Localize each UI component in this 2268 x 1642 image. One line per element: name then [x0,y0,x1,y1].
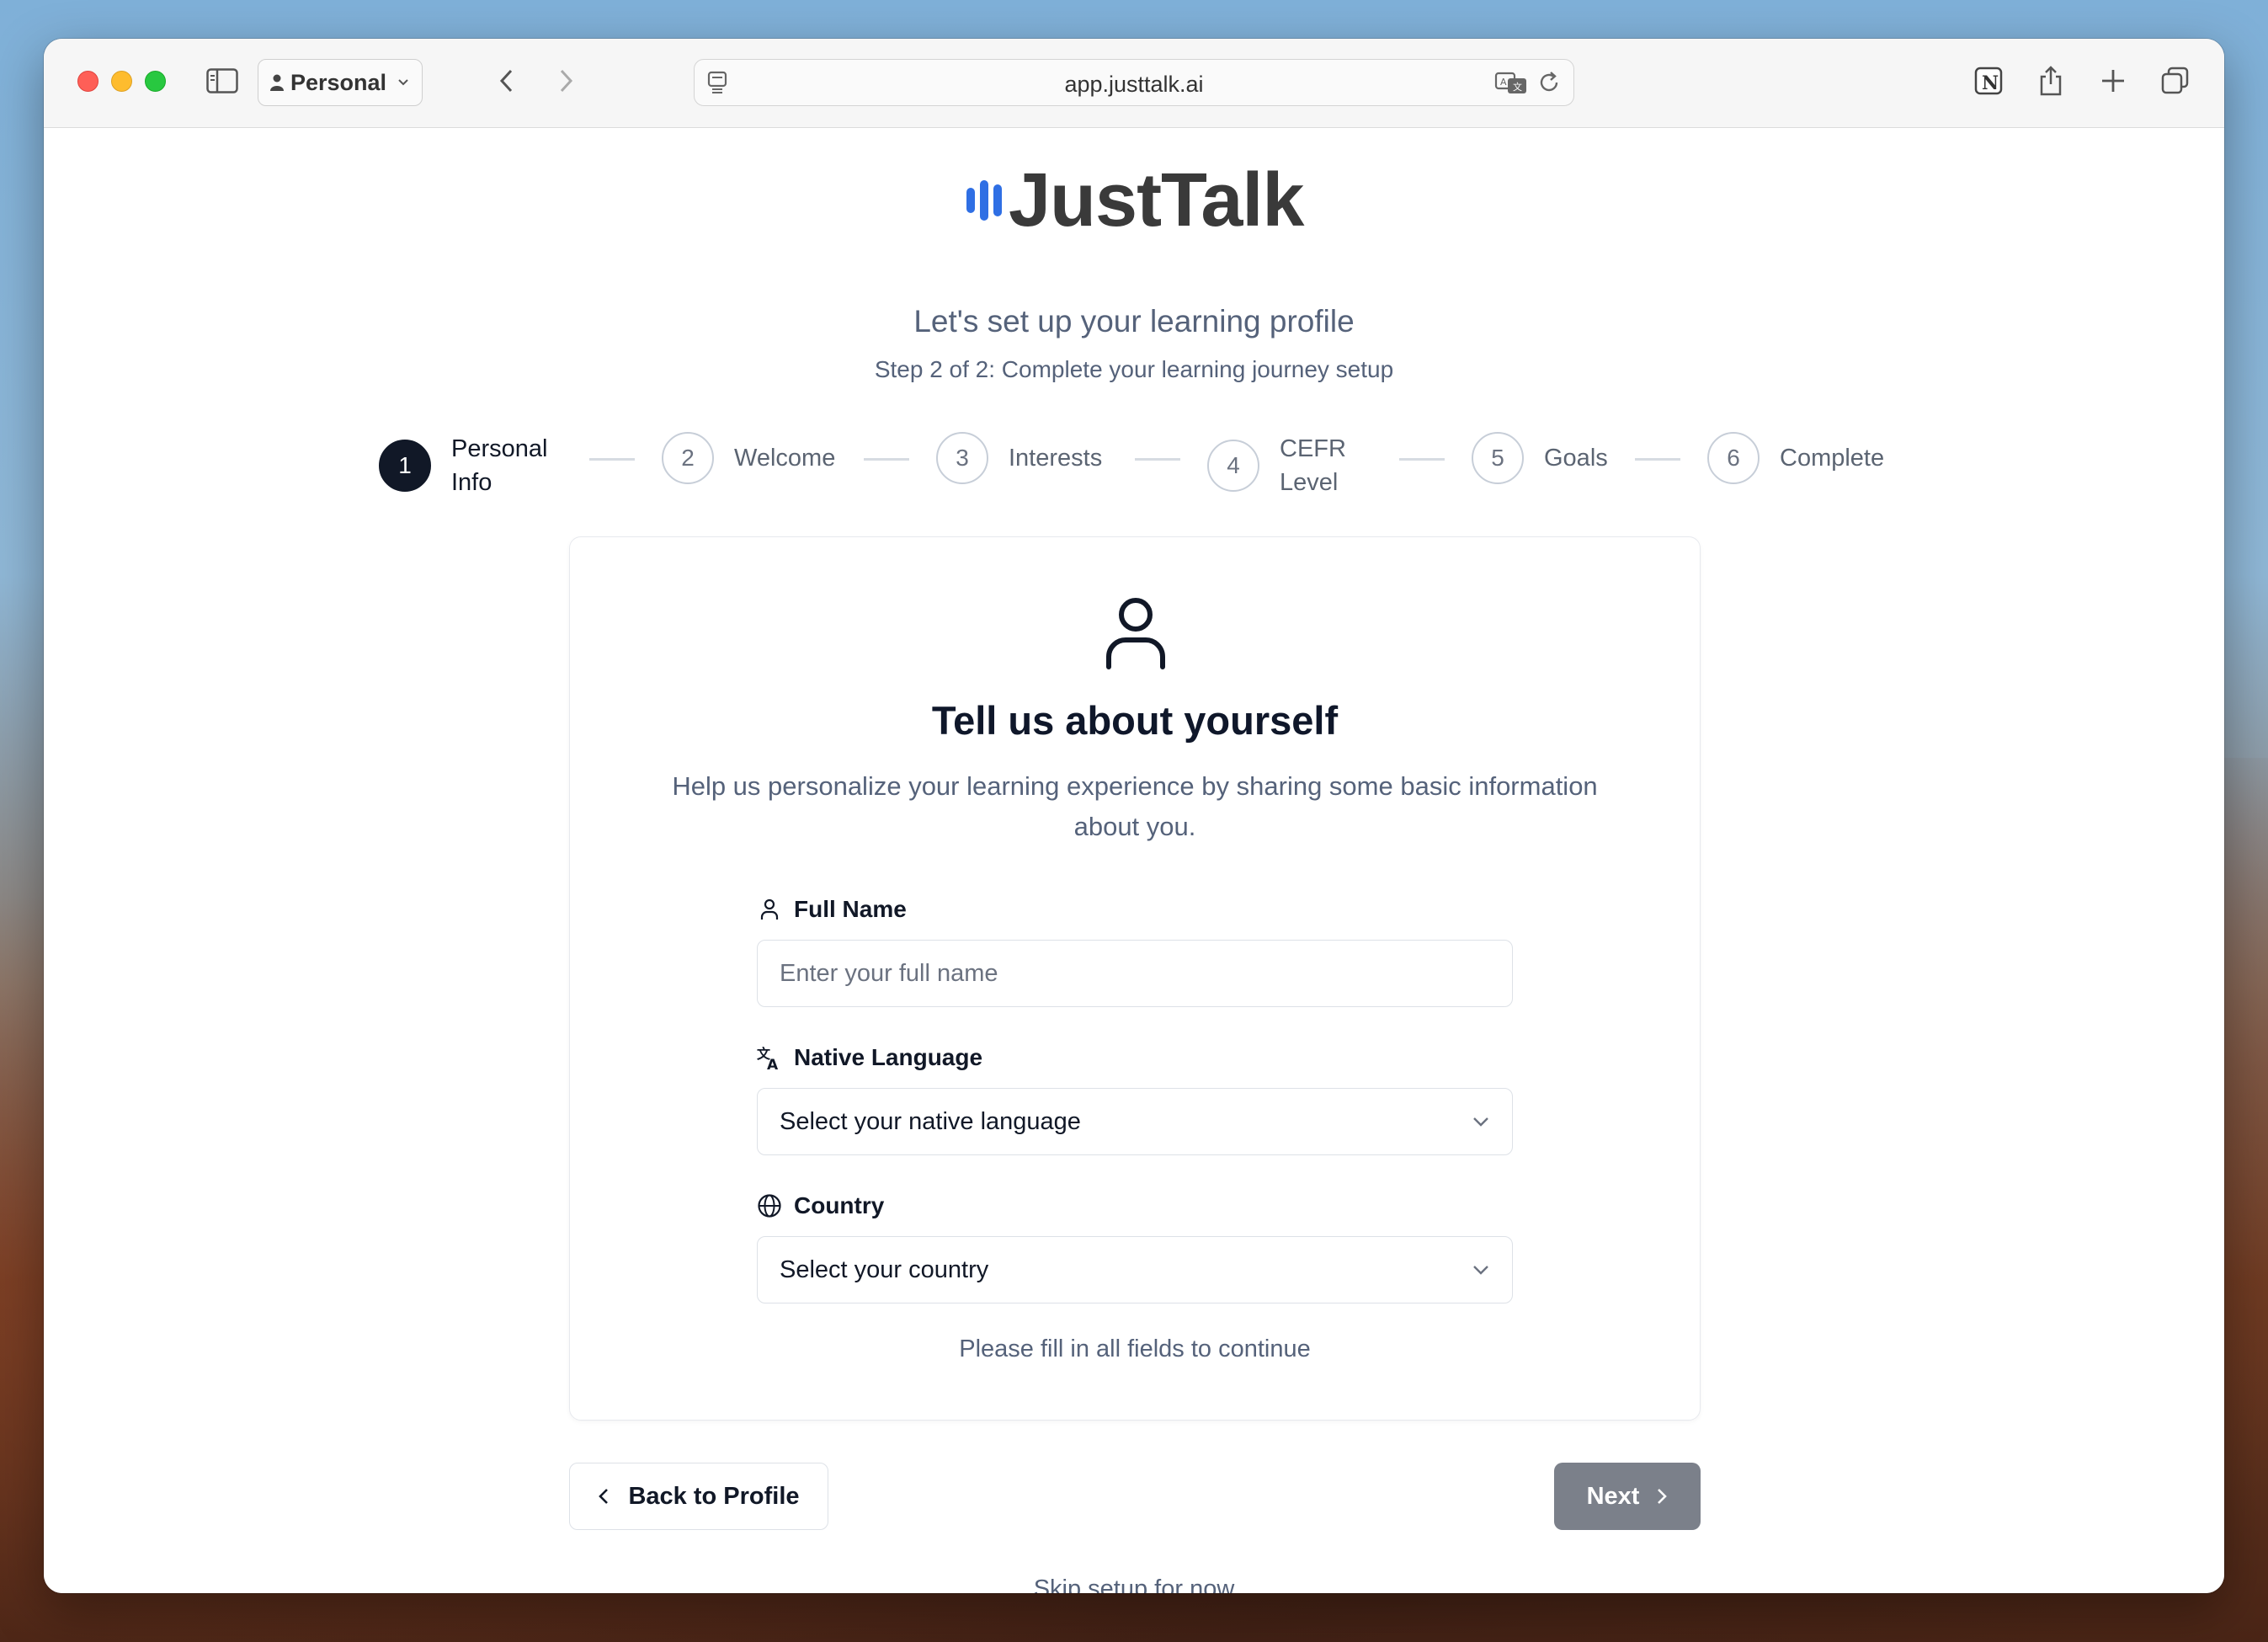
minimize-window-button[interactable] [111,71,132,92]
card-description: Help us personalize your learning experi… [672,771,1598,841]
chevron-down-icon [1473,1266,1488,1275]
personal-info-card: Tell us about yourself Help us personali… [569,536,1701,1421]
step-cefr-level[interactable]: 4 CEFR Level [1207,432,1346,499]
step-separator [1135,458,1180,461]
svg-text:A: A [767,1057,779,1070]
step-label: Interests [1009,445,1103,472]
next-button[interactable]: Next [1554,1463,1701,1530]
card-title: Tell us about yourself [931,698,1339,743]
validation-message: Please fill in all fields to continue [959,1335,1311,1362]
back-nav-icon[interactable] [490,64,524,98]
user-icon [1100,594,1171,670]
step-label: Goals [1544,445,1608,472]
country-field: Country Select your country [757,1189,1513,1303]
step-separator [864,458,909,461]
url-text: app.justtalk.ai [1064,72,1204,97]
step-personal-info[interactable]: 1 Personal Info [379,432,547,499]
page-subtitle: Let's set up your learning profile [913,304,1355,339]
step-indicator-text: Step 2 of 2: Complete your learning jour… [874,356,1394,382]
notion-extension-icon[interactable]: N [1972,64,2005,98]
step-label: Personal Info [451,435,548,496]
chevron-down-icon [1473,1117,1488,1127]
share-icon[interactable] [2034,64,2068,98]
translate-icon[interactable]: A文 [1494,70,1528,99]
sidebar-toggle-icon[interactable] [205,64,239,98]
step-goals[interactable]: 5 Goals [1472,432,1608,484]
step-label: Welcome [734,445,836,472]
user-icon [757,897,782,922]
tab-overview-icon[interactable] [2159,64,2192,98]
back-to-profile-button[interactable]: Back to Profile [569,1463,828,1530]
chevron-left-icon [599,1489,609,1504]
native-language-select[interactable]: Select your native language [757,1088,1513,1155]
step-label: CEFR Level [1280,435,1346,496]
person-icon [270,74,284,91]
svg-text:文: 文 [1513,81,1522,93]
native-language-label: Native Language [794,1044,983,1070]
progress-stepper: 1 Personal Info 2 Welcome 3 Interests 4 [44,432,2224,499]
address-bar[interactable]: app.justtalk.ai A文 [694,59,1574,106]
skip-setup-link[interactable]: Skip setup for now [44,1575,2224,1593]
globe-icon [757,1193,782,1218]
step-interests[interactable]: 3 Interests [936,432,1102,484]
browser-toolbar: Personal app.justtalk.ai A文 N [44,39,2224,128]
close-window-button[interactable] [77,71,98,92]
new-tab-icon[interactable] [2096,64,2130,98]
svg-text:N: N [1982,72,1999,94]
native-language-value: Select your native language [780,1107,1081,1135]
country-value: Select your country [780,1255,989,1283]
justtalk-logo: JustTalk [966,158,1304,243]
profile-label: Personal [290,69,387,95]
step-label: Complete [1780,445,1885,472]
full-name-label: Full Name [794,896,907,922]
zoom-window-button[interactable] [145,71,166,92]
step-separator [1399,458,1445,461]
step-complete[interactable]: 6 Complete [1707,432,1884,484]
next-button-label: Next [1586,1482,1640,1510]
reload-icon[interactable] [1536,70,1562,99]
forward-nav-icon[interactable] [549,64,583,98]
logo-text: JustTalk [1009,158,1304,243]
step-number: 5 [1472,432,1524,484]
full-name-input[interactable]: Enter your full name [757,940,1513,1007]
step-number: 2 [662,432,714,484]
step-number: 3 [936,432,988,484]
profile-button[interactable]: Personal [258,59,423,106]
back-button-label: Back to Profile [628,1482,800,1510]
chevron-right-icon [1658,1489,1668,1504]
browser-window: Personal app.justtalk.ai A文 N JustTalk L… [44,39,2224,1593]
page-content: JustTalk Let's set up your learning prof… [44,129,2224,1593]
step-number: 4 [1207,440,1259,492]
step-number: 6 [1707,432,1760,484]
chevron-down-icon [398,79,408,86]
full-name-field: Full Name Enter your full name [757,893,1513,1007]
native-language-field: 文A Native Language Select your native la… [757,1041,1513,1155]
step-number: 1 [379,440,431,492]
step-welcome[interactable]: 2 Welcome [662,432,835,484]
language-icon: 文A [757,1045,782,1070]
svg-text:A: A [1500,77,1507,88]
step-separator [589,458,635,461]
country-select[interactable]: Select your country [757,1236,1513,1303]
country-label: Country [794,1192,885,1218]
sound-wave-icon [966,169,1002,232]
step-separator [1635,458,1680,461]
